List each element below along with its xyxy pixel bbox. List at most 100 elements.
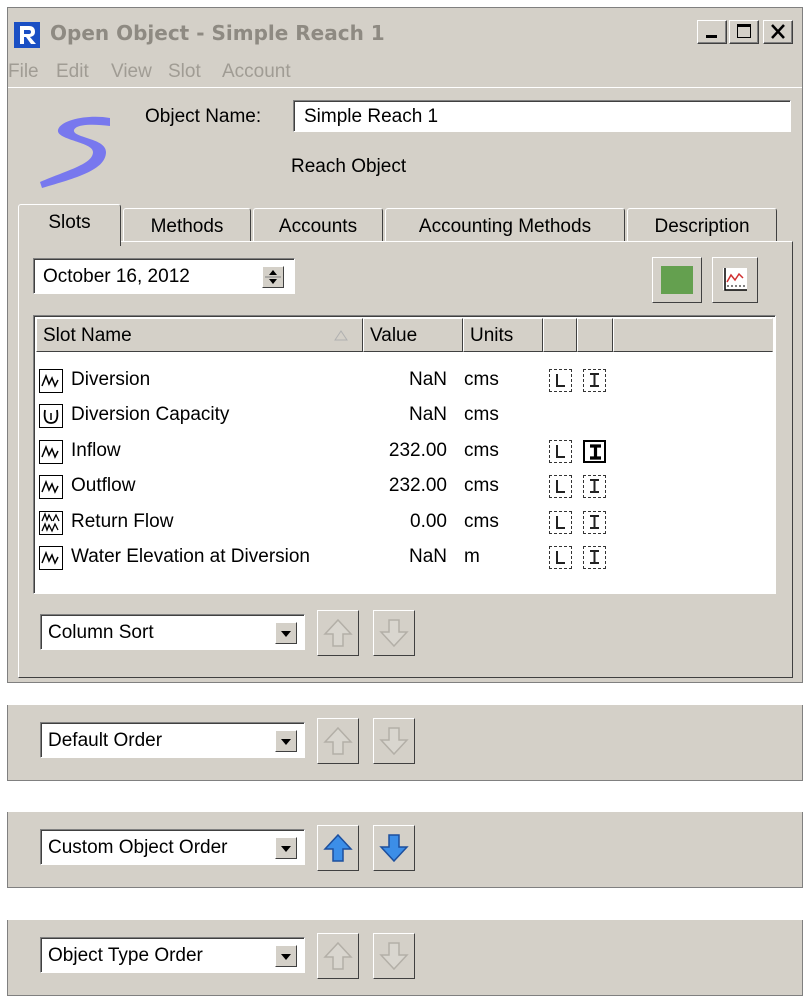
menu-view[interactable]: View: [111, 61, 152, 83]
slot-name: Inflow: [71, 440, 121, 461]
slot-units: cms: [464, 475, 499, 496]
tab-label: Accounting Methods: [418, 216, 592, 237]
close-button[interactable]: [763, 20, 793, 44]
date-spinner[interactable]: October 16, 2012: [33, 258, 295, 294]
dropdown-arrow-icon[interactable]: [275, 837, 297, 859]
header-label: Units: [470, 325, 514, 346]
sort-order-value: Object Type Order: [48, 945, 203, 966]
table-row[interactable]: Water Elevation at Diversion NaN m: [36, 543, 772, 575]
slot-units: cms: [464, 369, 499, 390]
move-up-button[interactable]: [317, 718, 359, 764]
sort-order-dropdown[interactable]: Column Sort: [40, 614, 305, 650]
output-flag-icon[interactable]: [583, 369, 606, 392]
table-row[interactable]: Diversion NaN cms: [36, 366, 772, 398]
output-flag-icon[interactable]: [583, 475, 606, 498]
slot-value: NaN: [408, 404, 447, 425]
series-icon: [39, 475, 63, 499]
slot-table: Slot Name Value Units Diversion NaN cms Div…: [33, 315, 776, 594]
sort-order-value: Custom Object Order: [48, 837, 228, 858]
slot-units: m: [464, 546, 480, 567]
input-flag-icon[interactable]: [549, 546, 572, 569]
slot-name: Water Elevation at Diversion: [71, 546, 311, 567]
table-row[interactable]: Return Flow 0.00 cms: [36, 508, 772, 540]
sort-order-dropdown[interactable]: Default Order: [40, 722, 305, 758]
input-flag-icon[interactable]: [549, 475, 572, 498]
sort-order-value: Default Order: [48, 730, 163, 751]
move-down-button[interactable]: [373, 825, 415, 871]
tab-accounting-methods[interactable]: Accounting Methods: [385, 208, 625, 242]
slot-name: Diversion: [71, 369, 151, 390]
move-down-button[interactable]: [373, 933, 415, 979]
output-flag-icon[interactable]: [583, 511, 606, 534]
tab-methods[interactable]: Methods: [123, 208, 251, 242]
slot-value: 232.00: [388, 440, 447, 461]
slot-units: cms: [464, 511, 499, 532]
move-up-button[interactable]: [317, 933, 359, 979]
menu-file[interactable]: File: [8, 61, 39, 83]
green-square-icon: [661, 266, 693, 294]
column-header-filler: [613, 318, 773, 352]
sort-order-dropdown[interactable]: Custom Object Order: [40, 829, 305, 865]
input-flag-icon[interactable]: [549, 440, 572, 463]
object-name-input[interactable]: Simple Reach 1: [293, 100, 791, 132]
table-icon: [39, 404, 63, 428]
slot-units: cms: [464, 440, 499, 461]
minimize-button[interactable]: [697, 20, 727, 44]
input-flag-icon[interactable]: [549, 511, 572, 534]
slot-value: NaN: [408, 546, 447, 567]
series-icon: [39, 440, 63, 464]
plot-button[interactable]: [712, 257, 758, 303]
move-down-button[interactable]: [373, 610, 415, 656]
slot-name: Return Flow: [71, 511, 174, 532]
slot-value: NaN: [408, 369, 447, 390]
column-header-slot-name[interactable]: Slot Name: [36, 318, 363, 352]
tab-accounts[interactable]: Accounts: [253, 208, 383, 242]
dropdown-arrow-icon[interactable]: [275, 730, 297, 752]
menu-account[interactable]: Account: [222, 61, 291, 83]
date-spin-buttons[interactable]: [262, 266, 284, 288]
header-label: Slot Name: [43, 325, 132, 346]
menu-slot[interactable]: Slot: [168, 61, 201, 83]
sort-order-dropdown[interactable]: Object Type Order: [40, 937, 305, 973]
tab-label: Accounts: [278, 216, 358, 237]
slot-value: 0.00: [410, 511, 447, 532]
window-title: Open Object - Simple Reach 1: [50, 21, 385, 45]
menu-edit[interactable]: Edit: [56, 61, 89, 83]
output-flag-icon[interactable]: [583, 440, 606, 463]
move-down-button[interactable]: [373, 718, 415, 764]
maximize-button[interactable]: [729, 20, 759, 44]
slot-name: Diversion Capacity: [71, 404, 230, 425]
column-header-output-flag[interactable]: [577, 318, 613, 352]
tab-label: Description: [654, 216, 750, 237]
agg-series-icon: [39, 511, 63, 535]
slot-units: cms: [464, 404, 499, 425]
tab-label: Slots: [48, 212, 91, 233]
object-name-label: Object Name:: [145, 106, 262, 127]
tab-slots[interactable]: Slots: [18, 204, 121, 246]
title-bar[interactable]: Open Object - Simple Reach 1: [8, 8, 802, 56]
move-up-button[interactable]: [317, 610, 359, 656]
output-flag-icon[interactable]: [583, 546, 606, 569]
sort-order-value: Column Sort: [48, 622, 154, 643]
green-status-button[interactable]: [652, 257, 702, 303]
table-row[interactable]: Inflow 232.00 cms: [36, 437, 772, 469]
input-flag-icon[interactable]: [549, 369, 572, 392]
series-icon: [39, 369, 63, 393]
move-up-button[interactable]: [317, 825, 359, 871]
header-label: Value: [370, 325, 418, 346]
table-row[interactable]: Outflow 232.00 cms: [36, 472, 772, 504]
slot-value: 232.00: [388, 475, 447, 496]
menu-separator: [8, 87, 802, 88]
series-icon: [39, 546, 63, 570]
tab-label: Methods: [150, 216, 224, 237]
column-header-value[interactable]: Value: [363, 318, 463, 352]
column-header-input-flag[interactable]: [543, 318, 577, 352]
dropdown-arrow-icon[interactable]: [275, 945, 297, 967]
dropdown-arrow-icon[interactable]: [275, 622, 297, 644]
table-row[interactable]: Diversion Capacity NaN cms: [36, 401, 772, 433]
spin-arrows-icon: [265, 270, 281, 284]
column-header-units[interactable]: Units: [463, 318, 543, 352]
menu-bar: File Edit View Slot Account: [8, 58, 802, 86]
object-type-label: Reach Object: [291, 156, 407, 177]
tab-description[interactable]: Description: [627, 208, 777, 242]
